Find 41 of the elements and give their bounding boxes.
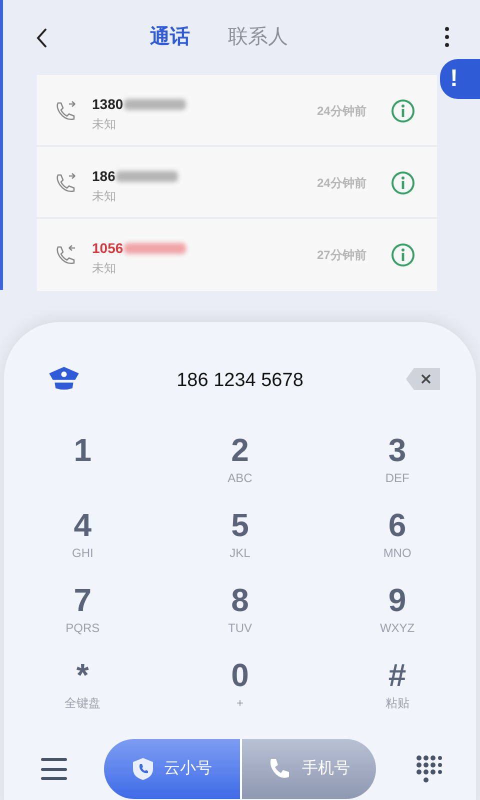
info-icon[interactable] [391,171,415,195]
dial-key[interactable]: * 全键盘 [42,657,123,715]
info-icon[interactable] [391,99,415,123]
blurred-digits [124,99,186,110]
alert-tab[interactable]: ! [440,59,480,99]
contact-name: 未知 [92,116,116,133]
dial-key[interactable]: 8 TUV [200,582,280,640]
call-time: 27分钟前 [317,247,366,264]
outgoing-call-icon [54,173,76,193]
dialed-number: 186 1234 5678 [176,369,304,393]
menu-icon[interactable] [41,758,67,780]
more-icon[interactable] [443,27,451,47]
phone-number: 186 [92,167,116,186]
dial-key[interactable]: 6 MNO [357,507,438,565]
tab[interactable]: 通话 [150,22,190,52]
dial-key[interactable]: 1 [42,432,123,490]
contact-name: 未知 [92,188,116,205]
dial-key[interactable]: 9 WXYZ [357,582,438,640]
phone-number: 1380 [92,95,124,114]
incoming-call-icon [54,245,76,265]
dial-key[interactable]: # 粘贴 [357,657,438,715]
blurred-digits [124,243,186,254]
outgoing-call-icon [54,101,76,121]
dial-key[interactable]: 2 ABC [200,432,280,490]
dial-key[interactable]: 5 JKL [200,507,280,565]
info-icon[interactable] [391,243,415,267]
shield-phone-icon [132,757,154,781]
dial-key[interactable]: 7 PQRS [42,582,123,640]
backspace-icon[interactable] [406,368,440,390]
phone-icon [268,758,290,780]
call-time: 24分钟前 [317,103,366,120]
dial-key[interactable]: 3 DEF [357,432,438,490]
contact-name: 未知 [92,260,116,277]
call-time: 24分钟前 [317,175,366,192]
dial-key[interactable]: 4 GHI [42,507,123,565]
tab[interactable]: 联系人 [228,22,288,52]
dial-key[interactable]: 0 + [200,657,280,715]
call-button[interactable]: 云小号 [104,739,242,799]
blurred-digits [116,171,178,182]
phone-number: 1056 [92,239,124,258]
keypad-icon[interactable] [416,755,442,783]
